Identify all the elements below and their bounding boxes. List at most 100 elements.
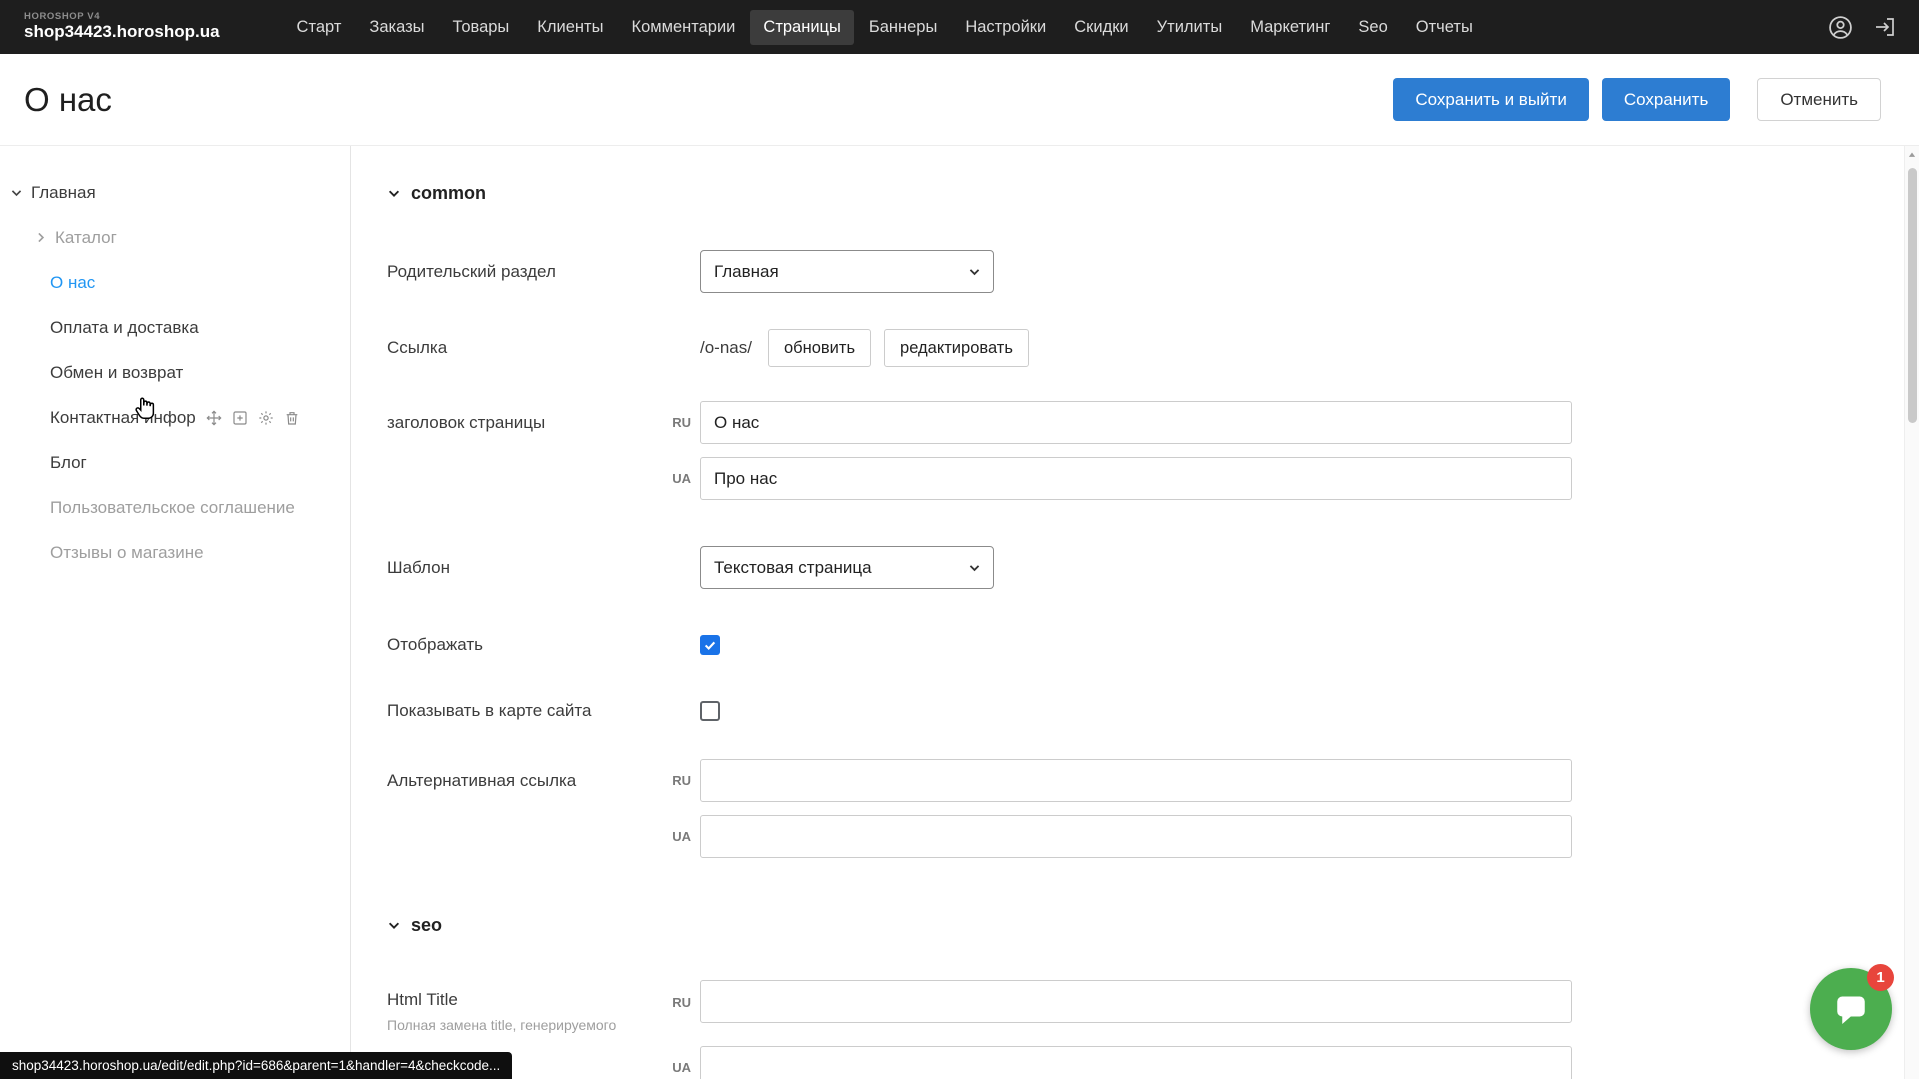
header-actions: Сохранить и выйти Сохранить Отменить	[1393, 78, 1881, 121]
menu-item-skidki[interactable]: Скидки	[1061, 10, 1141, 45]
menu-item-kommentarii[interactable]: Комментарии	[618, 10, 748, 45]
tree-label: Оплата и доставка	[50, 318, 199, 338]
page-header: О нас Сохранить и выйти Сохранить Отмени…	[0, 54, 1919, 146]
sitemap-row: Показывать в карте сайта	[387, 701, 1919, 721]
check-icon	[703, 638, 717, 652]
alt-link-ru-input[interactable]	[700, 759, 1572, 802]
chat-unread-badge: 1	[1867, 964, 1894, 991]
page-title-ua-row: UA	[387, 457, 1919, 500]
lang-label-ua: UA	[660, 471, 700, 486]
save-button[interactable]: Сохранить	[1602, 78, 1730, 121]
parent-section-select[interactable]: Главная	[700, 250, 994, 293]
field-label: Альтернативная ссылка	[387, 771, 660, 791]
main-menu: Старт Заказы Товары Клиенты Комментарии …	[284, 10, 1828, 45]
tree-label: Контактная инфор	[50, 408, 196, 428]
lang-label-ru: RU	[660, 980, 700, 1010]
topbar-right-icons	[1828, 15, 1897, 40]
menu-item-marketing[interactable]: Маркетинг	[1237, 10, 1343, 45]
link-edit-button[interactable]: редактировать	[884, 329, 1029, 367]
chevron-down-icon	[968, 265, 981, 278]
field-label: заголовок страницы	[387, 413, 660, 433]
html-title-hint: Полная замена title, генерируемого	[387, 1017, 660, 1033]
tree-label: Отзывы о магазине	[50, 543, 204, 563]
html-title-ru-input[interactable]	[700, 980, 1572, 1023]
main-area: Главная Каталог О нас Оплата и доставка …	[0, 146, 1919, 1079]
tree-label: О нас	[50, 273, 95, 293]
menu-item-utility[interactable]: Утилиты	[1144, 10, 1236, 45]
topbar: HOROSHOP V4 shop34423.horoshop.ua Старт …	[0, 0, 1919, 54]
tree-label: Каталог	[55, 228, 117, 248]
template-value: Текстовая страница	[714, 558, 872, 578]
alt-link-ua-input[interactable]	[700, 815, 1572, 858]
page-edit-form: common Родительский раздел Главная Ссылк…	[351, 146, 1919, 1079]
field-label: Отображать	[387, 635, 660, 655]
section-title: seo	[411, 915, 442, 936]
sitemap-checkbox[interactable]	[700, 701, 720, 721]
menu-item-start[interactable]: Старт	[284, 10, 355, 45]
tree-label: Блог	[50, 453, 87, 473]
chat-widget-button[interactable]: 1	[1810, 968, 1892, 1050]
brand-logo[interactable]: HOROSHOP V4 shop34423.horoshop.ua	[24, 12, 220, 41]
tree-label: Обмен и возврат	[50, 363, 183, 383]
alt-link-ru-row: Альтернативная ссылка RU	[387, 759, 1919, 802]
sidebar-item-kontaktnaya-infor[interactable]: Контактная инфор	[0, 395, 350, 440]
sidebar-item-blog[interactable]: Блог	[0, 440, 350, 485]
chevron-down-icon[interactable]	[10, 186, 23, 199]
page-title-ru-input[interactable]	[700, 401, 1572, 444]
sidebar-item-o-nas[interactable]: О нас	[0, 260, 350, 305]
tree-label: Главная	[31, 183, 96, 203]
chat-bubble-icon	[1831, 989, 1871, 1029]
menu-item-seo[interactable]: Seo	[1345, 10, 1400, 45]
menu-item-klienty[interactable]: Клиенты	[524, 10, 616, 45]
display-checkbox[interactable]	[700, 635, 720, 655]
sidebar-item-oplata-i-dostavka[interactable]: Оплата и доставка	[0, 305, 350, 350]
sidebar-item-glavnaya[interactable]: Главная	[0, 170, 350, 215]
section-common-header[interactable]: common	[387, 182, 1919, 204]
account-icon[interactable]	[1828, 15, 1853, 40]
field-label: Шаблон	[387, 558, 660, 578]
html-title-ua-input[interactable]	[700, 1046, 1572, 1079]
menu-item-otchety[interactable]: Отчеты	[1403, 10, 1486, 45]
add-page-icon[interactable]	[232, 410, 248, 426]
lang-label-ru: RU	[660, 415, 700, 430]
menu-item-stranicy[interactable]: Страницы	[750, 10, 853, 45]
brand-domain: shop34423.horoshop.ua	[24, 23, 220, 42]
page-title-ua-input[interactable]	[700, 457, 1572, 500]
section-title: common	[411, 183, 486, 204]
sidebar-item-polzovatelskoe-soglashenie[interactable]: Пользовательское соглашение	[0, 485, 350, 530]
chevron-down-icon	[387, 918, 401, 932]
chevron-right-icon[interactable]	[34, 231, 47, 244]
template-select[interactable]: Текстовая страница	[700, 546, 994, 589]
field-label: Показывать в карте сайта	[387, 701, 660, 721]
pages-tree-sidebar: Главная Каталог О нас Оплата и доставка …	[0, 146, 351, 1079]
logout-icon[interactable]	[1873, 15, 1897, 39]
tree-label: Пользовательское соглашение	[50, 498, 295, 518]
scrollbar-thumb[interactable]	[1908, 168, 1917, 423]
menu-item-tovary[interactable]: Товары	[440, 10, 523, 45]
template-row: Шаблон Текстовая страница	[387, 546, 1919, 589]
lang-label-ru: RU	[660, 773, 700, 788]
link-path: /o-nas/	[700, 338, 752, 358]
html-title-ua-row: UA	[387, 1046, 1919, 1079]
page-title-ru-row: заголовок страницы RU	[387, 401, 1919, 444]
browser-status-url: shop34423.horoshop.ua/edit/edit.php?id=6…	[0, 1052, 512, 1079]
move-icon[interactable]	[206, 410, 222, 426]
cancel-button[interactable]: Отменить	[1757, 78, 1881, 121]
save-exit-button[interactable]: Сохранить и выйти	[1393, 78, 1588, 121]
menu-item-bannery[interactable]: Баннеры	[856, 10, 950, 45]
chevron-down-icon	[968, 561, 981, 574]
lang-label-ua: UA	[660, 829, 700, 844]
sidebar-item-otzyvy-o-magazine[interactable]: Отзывы о магазине	[0, 530, 350, 575]
sidebar-item-katalog[interactable]: Каталог	[0, 215, 350, 260]
chevron-down-icon	[387, 186, 401, 200]
section-seo-header[interactable]: seo	[387, 914, 1919, 936]
vertical-scrollbar[interactable]	[1904, 146, 1919, 1079]
scroll-up-arrow-icon[interactable]	[1907, 150, 1917, 160]
delete-icon[interactable]	[284, 410, 300, 426]
sidebar-item-obmen-i-vozvrat[interactable]: Обмен и возврат	[0, 350, 350, 395]
settings-icon[interactable]	[258, 410, 274, 426]
menu-item-nastrojki[interactable]: Настройки	[952, 10, 1059, 45]
field-label: Ссылка	[387, 338, 660, 358]
link-refresh-button[interactable]: обновить	[768, 329, 871, 367]
menu-item-zakazy[interactable]: Заказы	[356, 10, 437, 45]
